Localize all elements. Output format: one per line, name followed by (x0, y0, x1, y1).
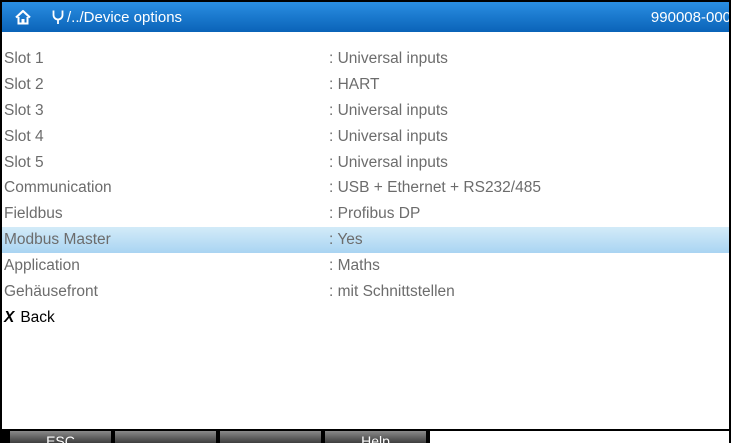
list-item-slot-3[interactable]: Slot 3 : Universal inputs (2, 98, 729, 124)
item-label: Slot 1 (4, 50, 44, 67)
status-field (430, 431, 729, 443)
item-label: Modbus Master (4, 231, 111, 249)
item-label: Slot 4 (4, 127, 44, 145)
list-item-communication[interactable]: Communication : USB + Ethernet + RS232/4… (2, 175, 729, 201)
home-icon[interactable] (15, 9, 31, 25)
item-value: : Universal inputs (329, 50, 448, 67)
item-value: : Universal inputs (329, 127, 448, 145)
page-title: /../Device options (67, 8, 183, 26)
item-label: Slot 5 (4, 153, 44, 171)
list-item-application[interactable]: Application : Maths (2, 253, 729, 279)
softkey-3-button[interactable] (220, 431, 321, 443)
item-label: Gehäusefront (4, 283, 98, 301)
list-item-gehaeusefront[interactable]: Gehäusefront : mit Schnittstellen (2, 279, 729, 305)
item-value: : Universal inputs (329, 101, 448, 119)
help-button[interactable]: Help (325, 431, 426, 443)
item-value: : Maths (329, 257, 380, 275)
esc-button[interactable]: ESC (10, 431, 111, 443)
item-value: : mit Schnittstellen (329, 283, 455, 301)
list-item-slot-5[interactable]: Slot 5 : Universal inputs (2, 150, 729, 176)
softkey-2-button[interactable] (115, 431, 216, 443)
item-label: Fieldbus (4, 205, 63, 223)
item-value: : Profibus DP (329, 205, 421, 223)
item-value: : Yes (329, 231, 363, 249)
list-item-slot-1[interactable]: Slot 1 : Universal inputs (2, 46, 729, 72)
softkey-bar: ESC Help (2, 429, 729, 443)
item-label: Slot 2 (4, 75, 44, 93)
device-id: 990008-000 (650, 9, 731, 26)
item-label: Application (4, 257, 80, 275)
setup-menu-icon (52, 10, 64, 24)
device-options-list: Slot 1 : Universal inputs Slot 2 : HART … (2, 46, 729, 331)
back-item[interactable]: X Back (2, 305, 729, 331)
list-item-modbus-master[interactable]: Modbus Master : Yes (2, 227, 729, 254)
device-screen: /../Device options 990008-000 Slot 1 : U… (0, 0, 731, 443)
title-bar: /../Device options 990008-000 (2, 2, 729, 32)
item-value: : HART (329, 75, 380, 93)
item-label: Slot 3 (4, 101, 44, 119)
back-x-icon: X (4, 308, 15, 326)
back-label: Back (20, 308, 55, 326)
item-value: : USB + Ethernet + RS232/485 (329, 179, 541, 197)
list-item-slot-2[interactable]: Slot 2 : HART (2, 72, 729, 98)
list-item-slot-4[interactable]: Slot 4 : Universal inputs (2, 124, 729, 150)
item-label: Communication (4, 179, 112, 197)
item-value: : Universal inputs (329, 153, 448, 171)
list-item-fieldbus[interactable]: Fieldbus : Profibus DP (2, 201, 729, 227)
